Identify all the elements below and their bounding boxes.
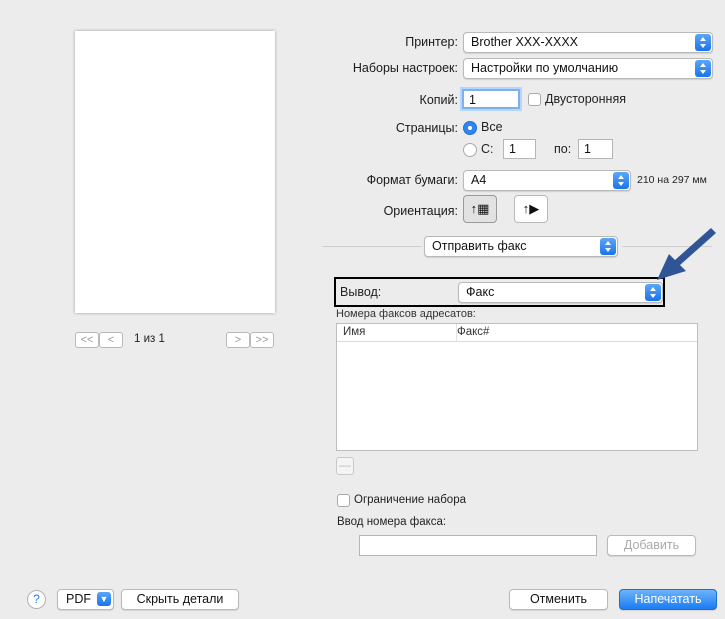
duplex-label: Двусторонняя xyxy=(545,92,626,106)
fax-number-input[interactable] xyxy=(359,535,597,556)
popup-stepper-icon xyxy=(645,284,661,301)
column-header-fax[interactable]: Факс# xyxy=(457,324,697,342)
pages-all-label: Все xyxy=(481,120,503,134)
pages-to-label: по: xyxy=(554,142,572,156)
chevron-down-icon: ▼ xyxy=(97,592,111,606)
print-button[interactable]: Напечатать xyxy=(619,589,717,610)
first-page-button[interactable]: << xyxy=(75,332,99,348)
copies-input[interactable]: 1 xyxy=(462,89,520,109)
pdf-menu-button[interactable]: PDF ▼ xyxy=(57,589,114,610)
popup-stepper-icon xyxy=(695,34,711,51)
portrait-orientation-button[interactable]: ↑▦ xyxy=(463,195,497,223)
page-preview xyxy=(75,31,275,313)
pages-from-label: С: xyxy=(481,142,494,156)
orientation-label: Ориентация: xyxy=(383,204,458,218)
copies-label: Копий: xyxy=(419,93,458,107)
printer-label: Принтер: xyxy=(405,35,458,49)
page-counter: 1 из 1 xyxy=(134,333,165,345)
pages-all-radio[interactable] xyxy=(463,121,477,135)
help-button[interactable]: ? xyxy=(27,590,46,609)
paper-size-popup[interactable]: A4 xyxy=(463,170,631,191)
hide-details-button[interactable]: Скрыть детали xyxy=(121,589,239,610)
pages-to-input[interactable]: 1 xyxy=(578,139,613,159)
landscape-orientation-button[interactable]: ↑▶ xyxy=(514,195,548,223)
presets-value: Настройки по умолчанию xyxy=(471,61,619,75)
cancel-button[interactable]: Отменить xyxy=(509,589,608,610)
dial-restriction-label: Ограничение набора xyxy=(354,494,466,506)
pdf-label: PDF xyxy=(66,592,91,606)
popup-stepper-icon xyxy=(600,238,616,255)
paper-size-value: A4 xyxy=(471,173,487,187)
remove-recipient-button[interactable]: — xyxy=(336,457,354,475)
next-page-button[interactable]: > xyxy=(226,332,250,348)
landscape-icon: ↑▶ xyxy=(522,201,540,216)
popup-stepper-icon xyxy=(613,172,629,189)
dial-restriction-checkbox[interactable] xyxy=(337,494,350,507)
printer-value: Brother XXX-XXXX xyxy=(471,35,578,49)
output-label: Вывод: xyxy=(340,285,382,299)
prev-page-button[interactable]: < xyxy=(99,332,123,348)
section-popup[interactable]: Отправить факс xyxy=(424,236,618,257)
pages-label: Страницы: xyxy=(395,121,458,135)
output-popup[interactable]: Факс xyxy=(458,282,663,303)
add-fax-number-button[interactable]: Добавить xyxy=(607,535,696,556)
paper-size-label: Формат бумаги: xyxy=(366,173,458,187)
presets-label: Наборы настроек: xyxy=(352,61,458,75)
pages-from-input[interactable]: 1 xyxy=(503,139,536,159)
recipients-label: Номера факсов адресатов: xyxy=(336,308,476,320)
column-header-name[interactable]: Имя xyxy=(337,324,457,342)
separator-left xyxy=(322,246,422,247)
last-page-button[interactable]: >> xyxy=(250,332,274,348)
portrait-icon: ↑▦ xyxy=(470,201,490,216)
printer-popup[interactable]: Brother XXX-XXXX xyxy=(463,32,713,53)
paper-dimensions: 210 на 297 мм xyxy=(637,174,707,186)
annotation-arrow-icon xyxy=(657,228,716,280)
presets-popup[interactable]: Настройки по умолчанию xyxy=(463,58,713,79)
print-dialog: << < 1 из 1 > >> Принтер: Brother XXX-XX… xyxy=(0,0,725,619)
recipients-table[interactable]: Имя Факс# xyxy=(336,323,698,451)
section-popup-value: Отправить факс xyxy=(432,239,527,253)
pages-range-radio[interactable] xyxy=(463,143,477,157)
popup-stepper-icon xyxy=(695,60,711,77)
fax-number-label: Ввод номера факса: xyxy=(337,516,447,528)
duplex-checkbox[interactable] xyxy=(528,93,541,106)
output-value: Факс xyxy=(466,285,495,299)
